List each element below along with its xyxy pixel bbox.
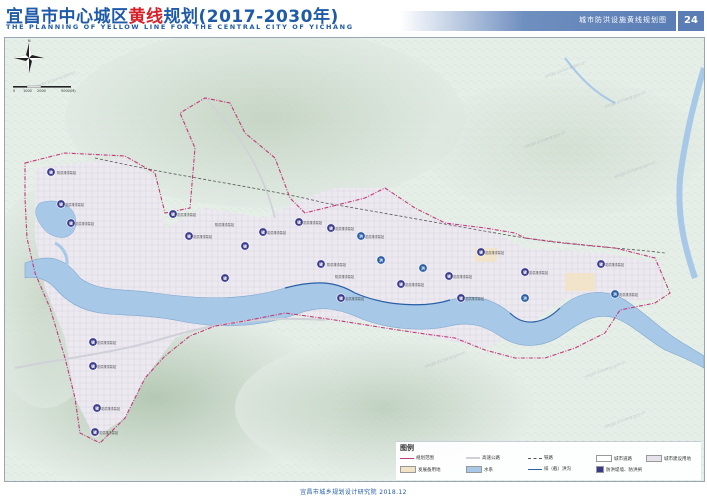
flood-gate-icon-label: 洪 <box>421 265 425 270</box>
street-swatch <box>596 455 612 462</box>
svg-text:防洪排涝泵站: 防洪排涝泵站 <box>303 220 323 225</box>
flood-gate-icon-label: 洪 <box>359 233 363 238</box>
svg-text:防洪排涝泵站: 防洪排涝泵站 <box>345 296 365 301</box>
pump-station-icon-label: 键 <box>48 169 53 174</box>
pump-station-icon-label: 键 <box>398 281 403 286</box>
pump-station-icon-label: 键 <box>94 405 99 410</box>
pump-station-icon-label: 键 <box>522 269 527 274</box>
svg-text:防洪排涝泵站: 防洪排涝泵站 <box>405 282 425 287</box>
pump-station-icon-label: 键 <box>186 233 191 238</box>
svg-text:0: 0 <box>13 89 15 93</box>
reserve-swatch <box>400 466 416 473</box>
svg-text:2000: 2000 <box>37 89 46 93</box>
levee-swatch <box>596 466 604 473</box>
footer: 宜昌市城乡规划设计研究院 2018.12 <box>0 482 707 500</box>
svg-text:5000(M): 5000(M) <box>61 89 76 93</box>
pump-station-icon-label: 键 <box>222 275 227 280</box>
svg-text:防洪排涝泵站: 防洪排涝泵站 <box>335 274 355 279</box>
flood-gate-icon-label: 洪 <box>613 291 617 296</box>
page-number: 24 <box>678 11 704 31</box>
svg-text:防洪排涝泵站: 防洪排涝泵站 <box>57 170 77 175</box>
svg-text:防洪排涝泵站: 防洪排涝泵站 <box>177 212 197 217</box>
pump-station-icon-label: 键 <box>338 295 343 300</box>
legend-item-levee: 防洪堤墙、防洪闸 <box>596 466 642 473</box>
legend-title: 图例 <box>400 444 414 452</box>
road-swatch <box>466 457 480 459</box>
svg-text:防洪排涝泵站: 防洪排涝泵站 <box>97 364 117 369</box>
svg-text:防洪排涝泵站: 防洪排涝泵站 <box>75 221 95 226</box>
svg-text:1000: 1000 <box>23 89 32 93</box>
svg-text:防洪排涝泵站: 防洪排涝泵站 <box>605 262 625 267</box>
pump-station-icon-label: 键 <box>90 363 95 368</box>
svg-text:防洪排涝泵站: 防洪排涝泵站 <box>65 202 85 207</box>
svg-text:防洪排涝泵站: 防洪排涝泵站 <box>529 270 549 275</box>
legend-item-road: 高速公路 <box>466 455 500 461</box>
pump-station-icon-label: 键 <box>446 273 451 278</box>
rail-swatch <box>528 457 542 459</box>
page-subtitle: THE PLANNING OF YELLOW LINE FOR THE CENT… <box>6 23 354 31</box>
pump-station-icon-label: 键 <box>58 201 63 206</box>
svg-text:防洪排涝泵站: 防洪排涝泵站 <box>453 274 473 279</box>
pump-station-icon-label: 键 <box>260 229 265 234</box>
pump-station-icon-label: 键 <box>242 243 247 248</box>
urban-swatch <box>646 455 662 462</box>
svg-text:防洪排涝泵站: 防洪排涝泵站 <box>365 234 385 239</box>
legend-item-rail: 铁路 <box>528 455 553 461</box>
pump-station-icon-label: 键 <box>318 261 323 266</box>
map-frame[interactable]: yingbi.yichang.gov.cn yingbi.yichang.gov… <box>4 37 705 482</box>
north-label: N <box>28 39 31 43</box>
legend-item-reserve: 发展备用地 <box>400 466 441 473</box>
pump-station-icon-label: 键 <box>478 249 483 254</box>
pump-station-icon-label: 键 <box>90 339 95 344</box>
sheet-name: 城市防洪设施黄线规划图 <box>579 16 667 24</box>
map-canvas[interactable]: yingbi.yichang.gov.cn yingbi.yichang.gov… <box>5 38 704 481</box>
svg-text:防洪排涝泵站: 防洪排涝泵站 <box>335 226 355 231</box>
pump-station-icon-label: 键 <box>458 295 463 300</box>
pump-station-icon-label: 键 <box>328 225 333 230</box>
water-swatch <box>466 466 482 473</box>
scale-bar: 0 1000 2000 5000(M) <box>13 85 76 93</box>
legend-item-boundary: 规划范围 <box>400 455 434 461</box>
legend-item-water: 水系 <box>466 466 493 473</box>
footer-credit: 宜昌市城乡规划设计研究院 2018.12 <box>300 489 407 496</box>
header: 宜昌市中心城区黄线规划(2017-2030年) THE PLANNING OF … <box>0 0 707 36</box>
svg-text:防洪排涝泵站: 防洪排涝泵站 <box>99 430 119 435</box>
svg-text:防洪排涝泵站: 防洪排涝泵站 <box>327 262 347 267</box>
legend-item-street: 城市道路 <box>596 455 632 462</box>
pump-station-icon-label: 键 <box>296 219 301 224</box>
flood-gate-icon-label: 洪 <box>379 257 383 262</box>
svg-text:防洪排涝泵站: 防洪排涝泵站 <box>101 406 121 411</box>
svg-text:防洪排涝泵站: 防洪排涝泵站 <box>215 222 235 227</box>
svg-text:防洪排涝泵站: 防洪排涝泵站 <box>485 250 505 255</box>
svg-text:防洪排涝泵站: 防洪排涝泵站 <box>193 234 213 239</box>
svg-text:防洪排涝泵站: 防洪排涝泵站 <box>619 292 639 297</box>
reserve-land <box>565 273 595 291</box>
flood-gate-icon-label: 洪 <box>523 295 527 300</box>
svg-text:防洪排涝泵站: 防洪排涝泵站 <box>465 296 485 301</box>
pump-station-icon-label: 键 <box>598 261 603 266</box>
pump-station-icon-label: 键 <box>170 211 175 216</box>
legend-item-urban: 城市建设用地 <box>646 455 691 462</box>
pump-station-icon-label: 键 <box>68 220 73 225</box>
svg-text:防洪排涝泵站: 防洪排涝泵站 <box>267 230 287 235</box>
ditch-swatch <box>528 468 542 470</box>
pump-station-icon-label: 键 <box>92 429 97 434</box>
boundary-swatch <box>400 457 414 459</box>
svg-text:防洪排涝泵站: 防洪排涝泵站 <box>97 340 117 345</box>
hills-northeast <box>425 78 704 218</box>
legend: 图例 规划范围 发展备用地 高速公路 水系 铁路 排（截）洪沟 城市道路 防洪堤… <box>396 441 701 480</box>
legend-item-ditch: 排（截）洪沟 <box>528 466 571 472</box>
